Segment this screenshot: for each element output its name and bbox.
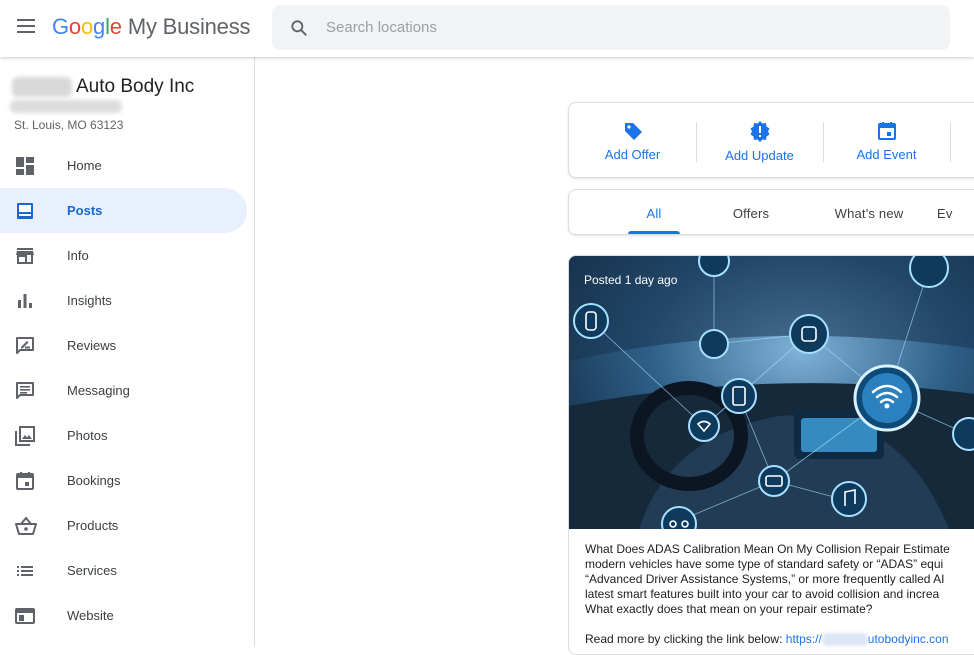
post-link[interactable]: https://utobodyinc.con — [786, 632, 949, 647]
hamburger-icon — [17, 19, 35, 33]
search-input[interactable] — [326, 19, 886, 36]
basket-icon — [0, 515, 67, 536]
tag-icon — [624, 122, 642, 140]
storefront-icon — [0, 246, 67, 266]
sidebar-item-insights[interactable]: Insights — [0, 278, 247, 323]
add-update-button[interactable]: Add Update — [696, 103, 823, 179]
website-icon — [0, 606, 67, 626]
tab-all[interactable]: All — [618, 190, 690, 234]
redacted-street-address — [10, 100, 122, 113]
search-bar[interactable] — [272, 5, 950, 50]
post-image-connected-car[interactable]: Posted 1 day ago — [569, 256, 974, 529]
menu-button[interactable] — [12, 12, 40, 40]
post-line: latest smart features built into your ca… — [585, 587, 940, 601]
tab-events[interactable]: Ev — [931, 190, 971, 234]
tab-whats-new[interactable]: What's new — [819, 190, 919, 234]
business-name: Auto Body Inc — [12, 76, 194, 98]
event-icon — [877, 121, 896, 140]
post-line: What Does ADAS Calibration Mean On My Co… — [585, 542, 950, 556]
bar-chart-icon — [0, 291, 67, 311]
top-app-bar: Google My Business — [0, 0, 974, 57]
tab-offers[interactable]: Offers — [710, 190, 792, 234]
post-line: What exactly does that mean on your repa… — [585, 602, 873, 616]
dashboard-icon — [0, 156, 67, 176]
calendar-icon — [0, 471, 67, 491]
divider — [950, 122, 951, 162]
redacted-name-part — [12, 77, 72, 97]
post-line: modern vehicles have some type of standa… — [585, 557, 944, 571]
business-address: St. Louis, MO 63123 — [14, 118, 124, 132]
photos-icon — [0, 425, 67, 446]
active-tab-indicator — [628, 231, 680, 234]
post-filter-tabs: All Offers What's new Ev — [568, 189, 974, 235]
posted-time: Posted 1 day ago — [584, 273, 678, 287]
sidebar-item-services[interactable]: Services — [0, 548, 247, 593]
post-card[interactable]: Posted 1 day ago What Does ADAS Calibrat… — [568, 255, 974, 655]
sidebar-item-bookings[interactable]: Bookings — [0, 458, 247, 503]
sidebar: Auto Body Inc St. Louis, MO 63123 Home P… — [0, 57, 255, 647]
add-offer-button[interactable]: Add Offer — [569, 103, 696, 179]
google-my-business-logo[interactable]: Google My Business — [52, 14, 251, 40]
product-name: My Business — [127, 14, 251, 39]
create-post-actions: Add Offer Add Update Add Event — [568, 102, 974, 178]
google-wordmark: Google — [52, 14, 122, 39]
sidebar-item-info[interactable]: Info — [0, 233, 247, 278]
read-more-line: Read more by clicking the link below: ht… — [585, 632, 949, 647]
add-event-button[interactable]: Add Event — [823, 103, 950, 179]
search-icon — [272, 18, 326, 38]
redacted-url-part — [821, 633, 868, 647]
update-badge-icon — [750, 120, 769, 142]
sidebar-item-reviews[interactable]: Reviews — [0, 323, 247, 368]
post-body: What Does ADAS Calibration Mean On My Co… — [585, 542, 974, 617]
sidebar-item-photos[interactable]: Photos — [0, 413, 247, 458]
message-icon — [0, 381, 67, 401]
list-icon — [0, 561, 67, 581]
sidebar-item-website[interactable]: Website — [0, 593, 247, 638]
sidebar-item-products[interactable]: Products — [0, 503, 247, 548]
sidebar-nav: Home Posts Info Insights Reviews Messagi… — [0, 143, 255, 638]
reviews-icon — [0, 336, 67, 356]
sidebar-item-posts[interactable]: Posts — [0, 188, 247, 233]
post-line: “Advanced Driver Assistance Systems,” or… — [585, 572, 945, 586]
sidebar-item-home[interactable]: Home — [0, 143, 247, 188]
posts-icon — [0, 201, 67, 221]
sidebar-item-messaging[interactable]: Messaging — [0, 368, 247, 413]
